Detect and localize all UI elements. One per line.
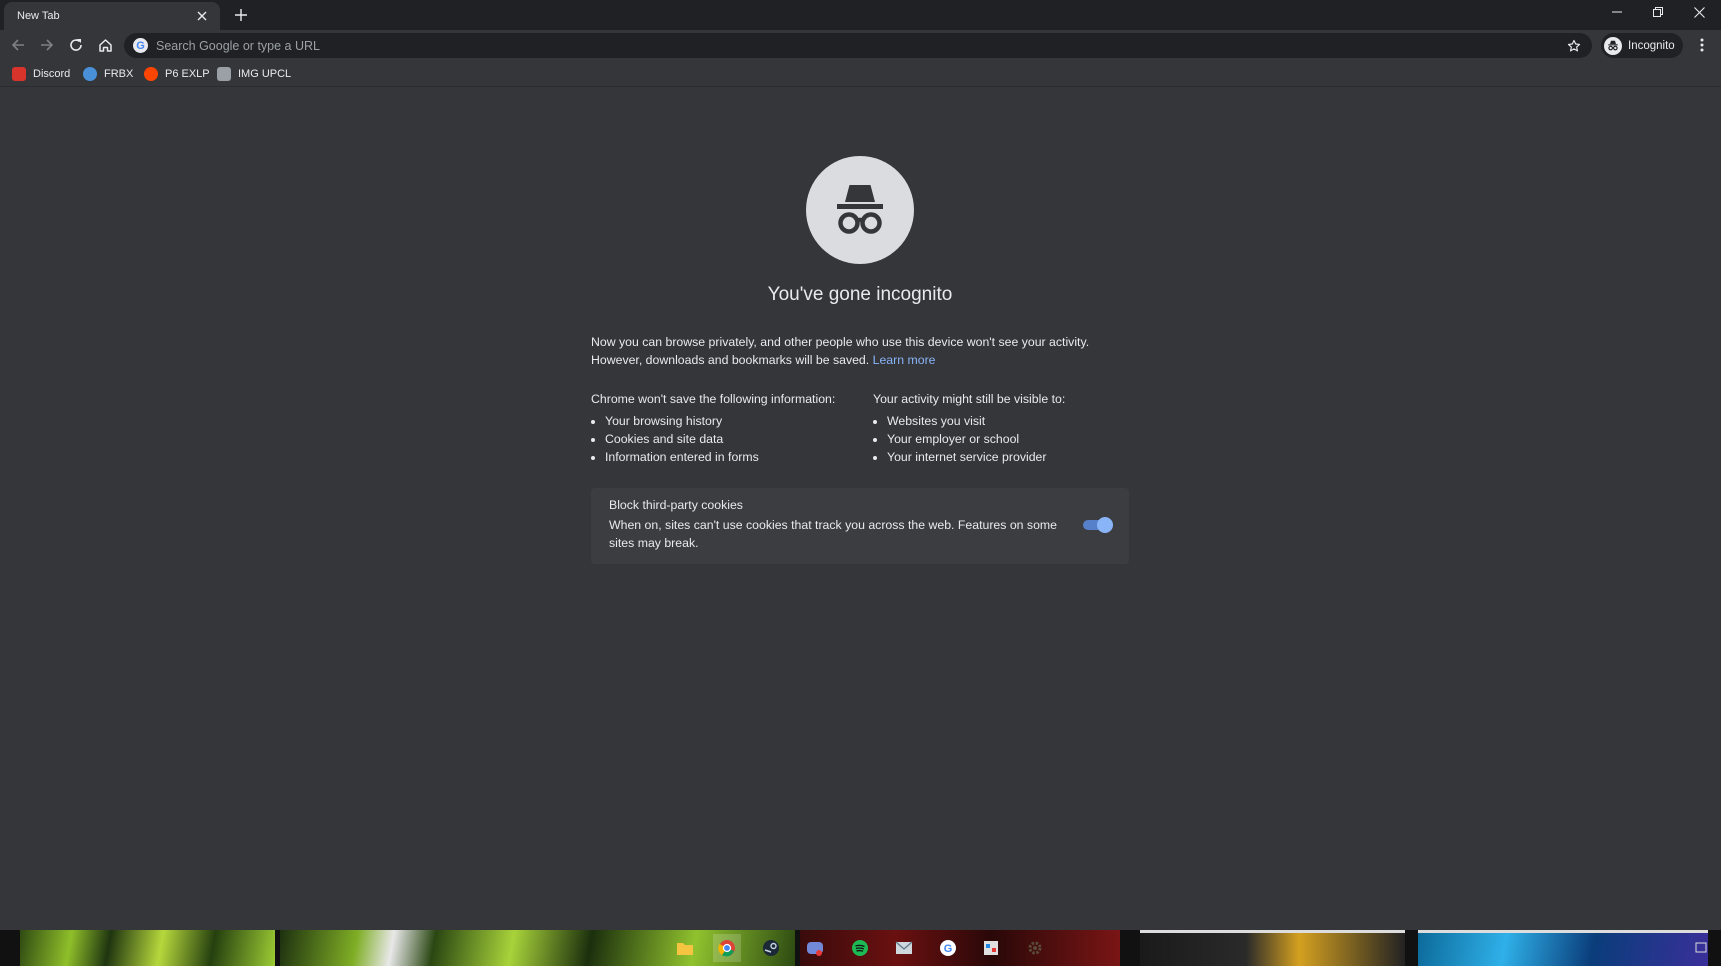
list-item: Your internet service provider	[887, 448, 1143, 466]
not-saved-heading: Chrome won't save the following informat…	[591, 392, 836, 406]
home-button[interactable]	[94, 34, 116, 56]
intro-text: Now you can browse privately, and other …	[591, 335, 1090, 367]
spotify-icon[interactable]	[846, 934, 874, 962]
incognito-icon	[1604, 36, 1622, 55]
toggle-knob	[1097, 517, 1113, 533]
still-visible-column: Your activity might still be visible to:…	[873, 390, 1143, 466]
taskbar: G	[0, 930, 1721, 966]
reload-icon	[70, 39, 82, 51]
frbx-icon	[83, 67, 97, 81]
close-icon[interactable]	[194, 8, 210, 24]
bookmark-frbx[interactable]: FRBX	[83, 65, 133, 83]
kebab-menu-icon	[1700, 38, 1704, 52]
cookie-controls-title: Block third-party cookies	[609, 498, 743, 512]
minimize-icon	[1612, 11, 1622, 13]
bookmark-label: P6 EXLP	[165, 68, 210, 80]
tab-strip: New Tab	[0, 0, 1721, 30]
restore-icon	[1653, 7, 1663, 17]
not-saved-list: Your browsing history Cookies and site d…	[591, 412, 861, 466]
tab-title: New Tab	[17, 10, 60, 22]
toolbar: G Incognito	[0, 30, 1721, 61]
minimize-button[interactable]	[1597, 0, 1637, 24]
cookie-controls-description: When on, sites can't use cookies that tr…	[609, 518, 1057, 550]
chrome-icon[interactable]	[713, 934, 741, 962]
more-menu-button[interactable]	[1692, 34, 1712, 56]
close-icon	[1693, 6, 1705, 18]
bookmark-discord[interactable]: Discord	[12, 65, 70, 83]
wallpaper-segment	[1418, 930, 1708, 966]
close-window-button[interactable]	[1679, 0, 1719, 24]
incognito-profile-button[interactable]: Incognito	[1601, 33, 1683, 58]
arrow-left-icon	[11, 39, 24, 51]
tab-new-tab[interactable]: New Tab	[4, 2, 220, 30]
back-button[interactable]	[7, 34, 29, 56]
cookie-controls-card: Block third-party cookies When on, sites…	[591, 488, 1129, 564]
home-icon	[98, 38, 112, 52]
plus-icon	[235, 9, 247, 21]
intro-paragraph: Now you can browse privately, and other …	[591, 333, 1131, 369]
list-item: Your employer or school	[887, 430, 1143, 448]
bookmark-p6-exlp[interactable]: P6 EXLP	[144, 65, 210, 83]
profile-label: Incognito	[1628, 39, 1675, 52]
restore-button[interactable]	[1638, 0, 1678, 24]
wallpaper-segment	[20, 930, 275, 966]
list-item: Your browsing history	[605, 412, 861, 430]
steam-icon[interactable]	[757, 934, 785, 962]
discord-icon[interactable]	[801, 934, 829, 962]
bookmark-img-upcl[interactable]: IMG UPCL	[217, 65, 291, 83]
img-icon	[217, 67, 231, 81]
settings-icon[interactable]	[1021, 934, 1049, 962]
file-explorer-icon[interactable]	[671, 934, 699, 962]
mail-icon[interactable]	[890, 934, 918, 962]
reload-button[interactable]	[65, 34, 87, 56]
notification-icon[interactable]	[1695, 942, 1707, 956]
wallpaper-segment	[1140, 930, 1405, 966]
list-item: Information entered in forms	[605, 448, 861, 466]
not-saved-column: Chrome won't save the following informat…	[591, 390, 861, 466]
bookmark-label: IMG UPCL	[238, 68, 292, 80]
bookmark-label: Discord	[33, 68, 71, 80]
new-tab-button[interactable]	[231, 5, 251, 25]
reddit-icon	[144, 67, 158, 81]
learn-more-link[interactable]: Learn more	[873, 353, 936, 367]
still-visible-heading: Your activity might still be visible to:	[873, 392, 1066, 406]
bookmarks-bar: Discord FRBX P6 EXLP IMG UPCL	[0, 61, 1721, 87]
svg-text:G: G	[944, 943, 953, 955]
list-item: Websites you visit	[887, 412, 1143, 430]
search-input[interactable]	[154, 35, 1538, 57]
google-icon[interactable]: G	[934, 934, 962, 962]
google-icon: G	[133, 38, 148, 53]
list-item: Cookies and site data	[605, 430, 861, 448]
control-panel-icon[interactable]	[977, 934, 1005, 962]
omnibox[interactable]: G	[124, 33, 1592, 58]
arrow-right-icon	[41, 39, 54, 51]
bookmark-label: FRBX	[104, 68, 134, 80]
forward-button[interactable]	[36, 34, 58, 56]
discord-icon	[12, 67, 26, 81]
bookmark-star-icon[interactable]	[1565, 37, 1582, 54]
page-title: You've gone incognito	[767, 284, 953, 305]
incognito-icon	[806, 156, 914, 264]
block-cookies-toggle[interactable]	[1083, 517, 1113, 533]
still-visible-list: Websites you visit Your employer or scho…	[873, 412, 1143, 466]
